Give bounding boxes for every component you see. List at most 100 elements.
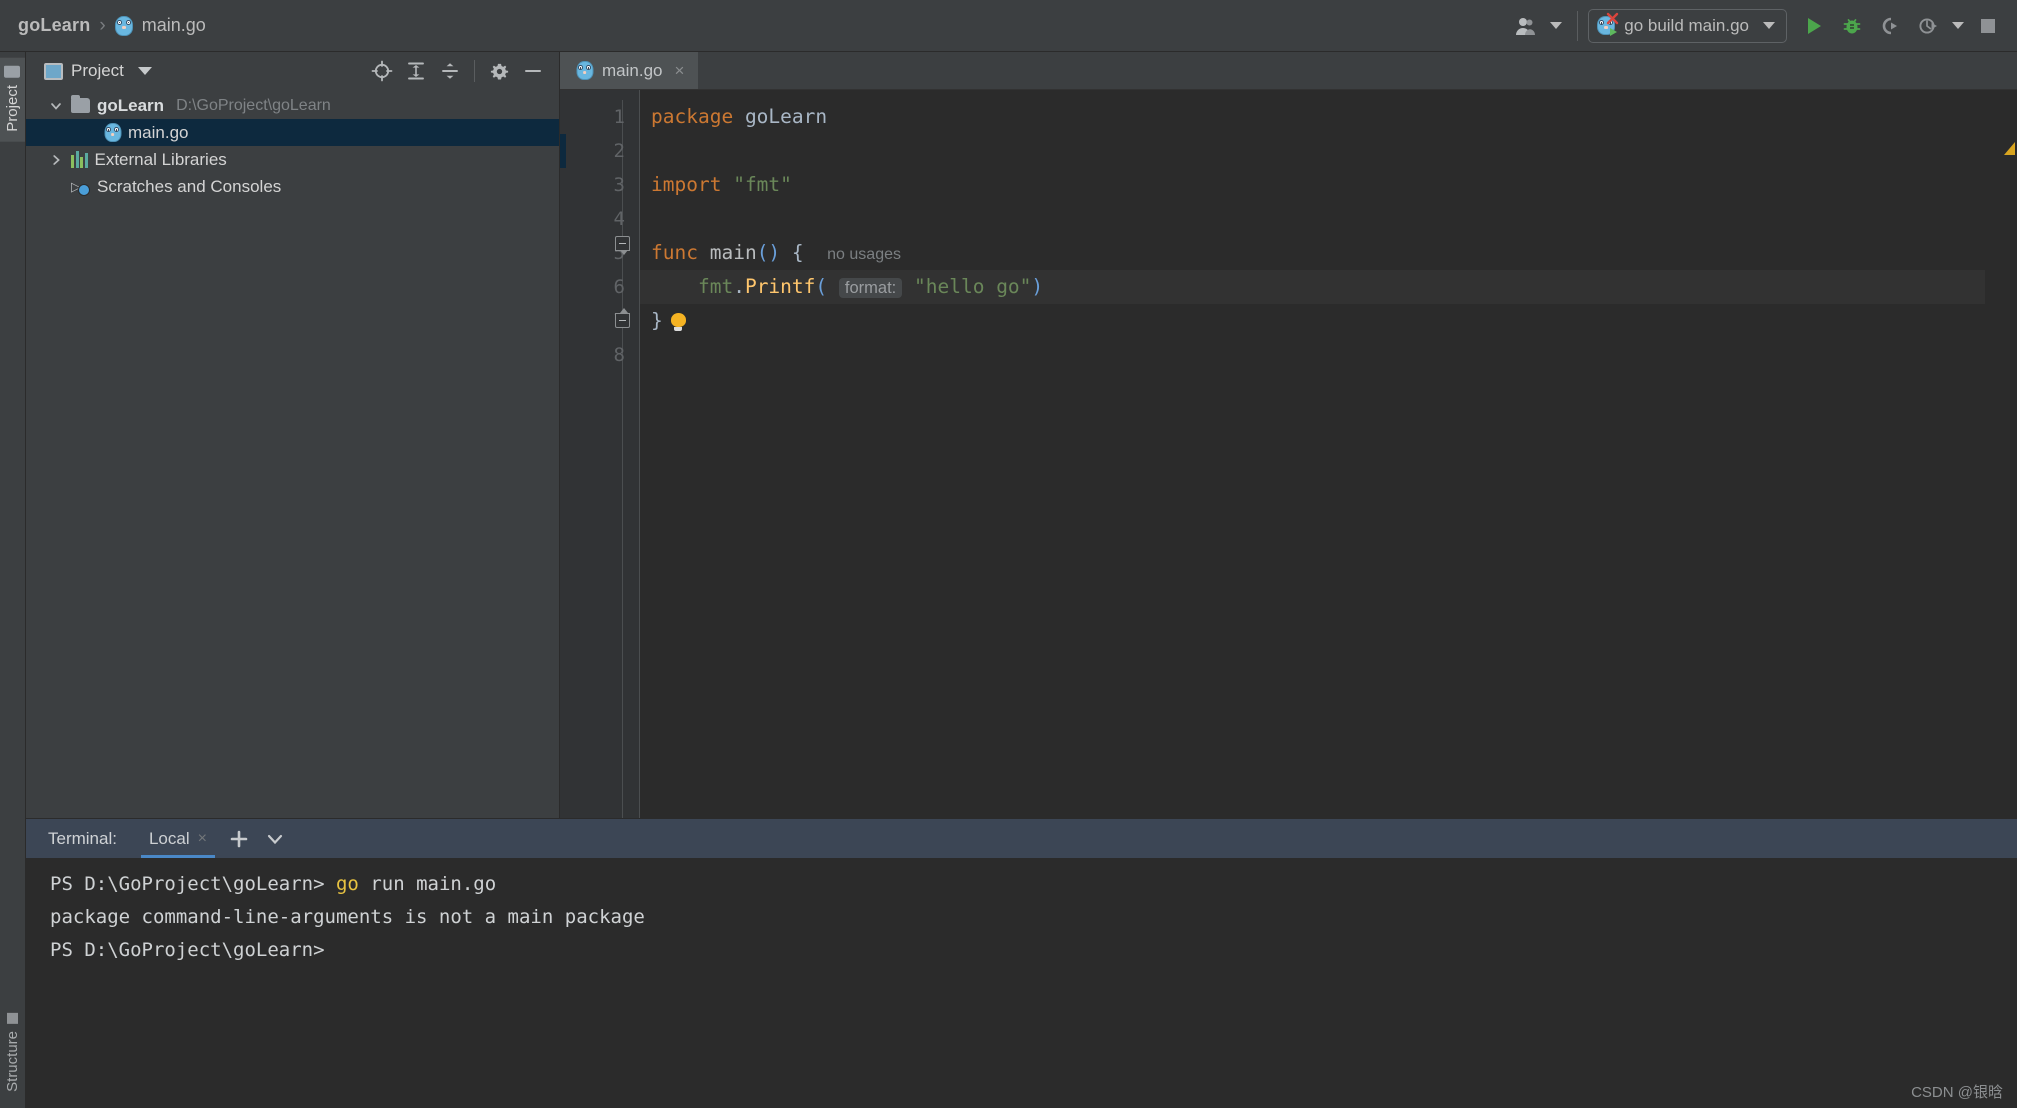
ide-window: goLearn › main.go go build main.go Proje… [0,0,2017,1108]
profiler-dropdown-caret[interactable] [1947,7,1969,45]
line-number: 4 [613,208,625,230]
terminal-line: package command-line-arguments is not a … [50,901,2017,934]
locate-file-icon[interactable] [366,56,398,86]
new-terminal-tab-button[interactable] [221,819,257,858]
structure-stripe-label: Structure [4,1031,21,1092]
line-number: 6 [613,276,625,298]
terminal-tab-local[interactable]: Local × [135,819,221,858]
close-icon[interactable]: × [198,830,207,848]
code-package-ref-fmt: fmt [697,275,734,298]
breadcrumb-file[interactable]: main.go [142,15,206,36]
expand-all-icon[interactable] [400,56,432,86]
editor-pane: main.go × 1 2 3 4 5 6 [560,52,2017,818]
stop-button[interactable] [1969,7,2007,45]
user-profile-icon[interactable] [1507,7,1545,45]
upper-area: Project goLearn D:\GoProject\goLearn mai… [26,52,2017,818]
minimize-icon[interactable] [517,56,549,86]
editor-tab-main-go[interactable]: main.go × [560,52,699,89]
code-close-brace: } [651,309,663,332]
code-func-name: main [709,241,757,264]
tree-node-main-go[interactable]: main.go [26,119,559,146]
terminal-tab-label: Local [148,828,190,848]
line-number: 3 [613,174,625,196]
line-number: 1 [613,106,625,128]
terminal-options-chevron[interactable] [257,819,293,858]
breadcrumb: goLearn › main.go [18,15,206,37]
terminal-prompt: PS D:\GoProject\goLearn> [50,939,325,961]
chevron-down-icon[interactable] [48,100,64,112]
chevron-right-icon[interactable] [48,154,64,166]
tree-node-scratches-and-consoles[interactable]: ▷ Scratches and Consoles [26,173,559,200]
editor-gutter[interactable]: 1 2 3 4 5 6 7 8 [560,90,639,818]
close-icon[interactable]: × [674,62,684,79]
run-configuration-selector[interactable]: go build main.go [1588,8,1787,43]
code-keyword-import: import [651,173,722,196]
editor-inspection-gutter[interactable] [1985,90,2017,818]
code-string-literal: "hello go" [914,275,1032,298]
terminal-tool-window: Terminal: Local × PS D:\GoProject\goLear… [26,818,2017,1108]
profile-dropdown-caret[interactable] [1545,7,1567,45]
inlay-hint-param-format[interactable]: format: [838,278,903,298]
code-dot: . [733,275,745,298]
terminal-header: Terminal: Local × [26,819,2017,858]
code-keyword-func: func [651,241,698,264]
tree-node-golearn[interactable]: goLearn D:\GoProject\goLearn [26,92,559,119]
gear-icon[interactable] [483,56,515,86]
go-build-config-icon [1597,12,1619,36]
code-area[interactable]: package goLearn import "fmt" func main()… [639,90,1985,818]
ide-body: Project Structure Project goLearn D:\GoP… [0,52,2017,1108]
collapse-all-icon[interactable] [434,56,466,86]
code-line-7: } [640,304,1985,338]
run-configuration-label: go build main.go [1624,15,1749,35]
toolbar-right-group: go build main.go [1507,0,2007,51]
tool-window-button-project[interactable]: Project [0,58,25,142]
terminal-command-keyword: go [335,873,359,895]
code-keyword-package: package [651,105,734,128]
breadcrumb-project[interactable]: goLearn [18,15,90,36]
terminal-output-text: package command-line-arguments is not a … [50,906,645,928]
structure-icon [7,1013,18,1025]
code-open-paren: ( [815,275,828,298]
intention-bulb-icon[interactable] [670,313,687,331]
project-window-icon [44,62,63,80]
tree-node-label: External Libraries [94,149,227,169]
code-line-3: import "fmt" [640,168,1985,202]
code-function-printf: Printf [744,275,816,298]
terminal-title: Terminal: [48,828,117,848]
terminal-line: PS D:\GoProject\goLearn> go run main.go [50,868,2017,901]
project-stripe-label: Project [4,85,21,132]
panel-toolbar-divider [474,60,475,82]
line-number: 8 [613,344,625,366]
code-func-parens: () [756,241,781,264]
terminal-prompt: PS D:\GoProject\goLearn> [50,873,336,895]
main-split: Project goLearn D:\GoProject\goLearn mai… [26,52,2017,1108]
go-file-icon [576,61,593,80]
code-fold-expand-icon[interactable] [615,236,630,255]
run-with-coverage-button[interactable] [1871,7,1909,45]
chevron-down-icon[interactable] [137,67,152,75]
debug-button[interactable] [1833,7,1871,45]
profiler-button[interactable] [1909,7,1947,45]
tool-window-button-structure[interactable]: Structure [0,1003,25,1102]
editor-body: 1 2 3 4 5 6 7 8 package goLearn [560,90,2017,818]
code-fold-collapse-icon[interactable] [615,308,630,328]
go-file-icon [104,123,121,142]
terminal-output[interactable]: PS D:\GoProject\goLearn> go run main.go … [26,858,2017,1108]
code-line-1: package goLearn [640,100,1985,134]
left-tool-stripe: Project Structure [0,52,26,1108]
code-package-name: goLearn [744,105,828,128]
run-button[interactable] [1795,7,1833,45]
breadcrumb-separator: › [99,14,106,36]
project-tree: goLearn D:\GoProject\goLearn main.go Ext… [26,90,559,818]
go-file-icon [114,15,133,36]
warning-triangle-icon[interactable] [2004,142,2015,155]
tree-node-label: goLearn [97,95,165,115]
tree-node-external-libraries[interactable]: External Libraries [26,146,559,173]
inlay-hint-usages[interactable]: no usages [827,246,901,263]
code-import-path: "fmt" [733,173,792,196]
tree-node-label: main.go [128,122,189,142]
toolbar-divider [1577,10,1579,41]
project-tool-window: Project goLearn D:\GoProject\goLearn mai… [26,52,560,818]
